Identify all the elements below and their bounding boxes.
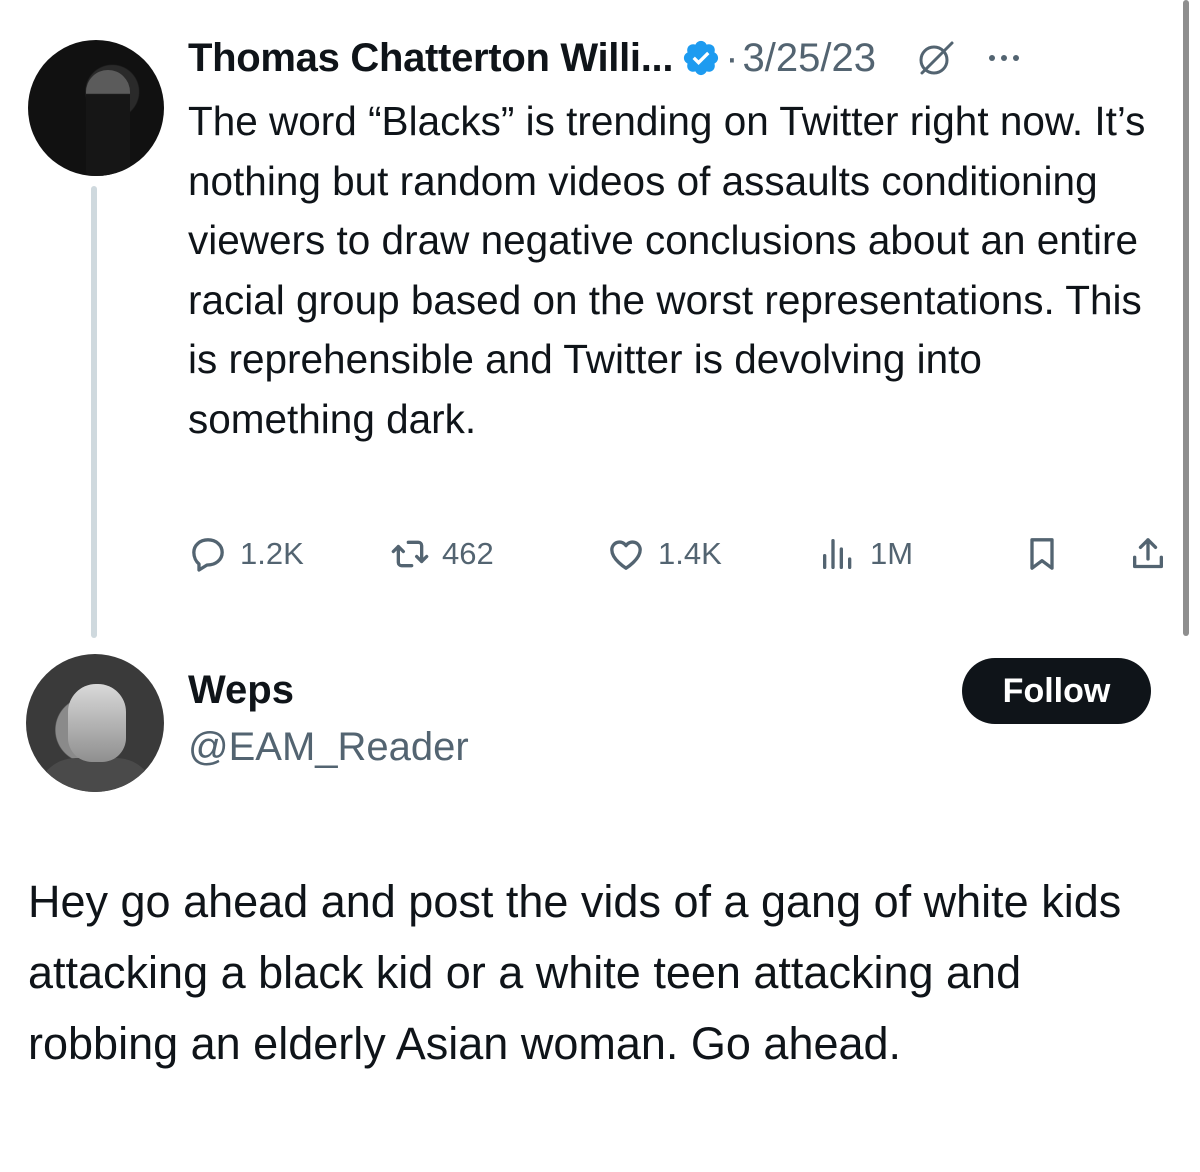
- reply-author-avatar[interactable]: [26, 654, 164, 792]
- tweet-header: Thomas Chatterton Willi... · 3/25/23: [188, 30, 1026, 86]
- views-count: 1M: [870, 536, 914, 571]
- bookmark-icon: [1030, 538, 1054, 570]
- thread-line: [91, 186, 97, 638]
- bookmark-button[interactable]: [1022, 526, 1074, 582]
- repost-icon: [391, 540, 429, 568]
- author-name[interactable]: Thomas Chatterton Willi...: [188, 36, 674, 81]
- grok-icon[interactable]: [914, 36, 958, 80]
- follow-button[interactable]: Follow: [962, 658, 1151, 724]
- author-avatar[interactable]: [28, 40, 164, 176]
- reply-icon: [192, 538, 224, 572]
- reply-count: 1.2K: [240, 536, 304, 571]
- like-count: 1.4K: [658, 536, 722, 571]
- repost-button[interactable]: 462: [390, 526, 494, 582]
- share-icon: [1133, 538, 1163, 569]
- separator-dot: ·: [725, 35, 739, 80]
- reply-author-name[interactable]: Weps: [188, 668, 294, 713]
- more-icon[interactable]: [982, 36, 1026, 80]
- tweet-actions: 1.2K 462 1.4K 1M: [188, 526, 1172, 582]
- verified-badge-icon: [684, 40, 719, 76]
- reply-text: Hey go ahead and post the vids of a gang…: [28, 876, 1122, 1069]
- views-button[interactable]: 1M: [818, 526, 913, 582]
- tweet-date[interactable]: 3/25/23: [743, 36, 876, 81]
- share-button[interactable]: [1128, 526, 1180, 582]
- reply-author-handle[interactable]: @EAM_Reader: [188, 725, 469, 770]
- tweet-text: The word “Blacks” is trending on Twitter…: [188, 98, 1146, 442]
- repost-count: 462: [442, 536, 494, 571]
- like-button[interactable]: 1.4K: [606, 526, 722, 582]
- reply-button[interactable]: 1.2K: [188, 526, 304, 582]
- views-icon: [823, 539, 852, 569]
- like-icon: [610, 540, 642, 570]
- scrollbar[interactable]: [1183, 0, 1189, 636]
